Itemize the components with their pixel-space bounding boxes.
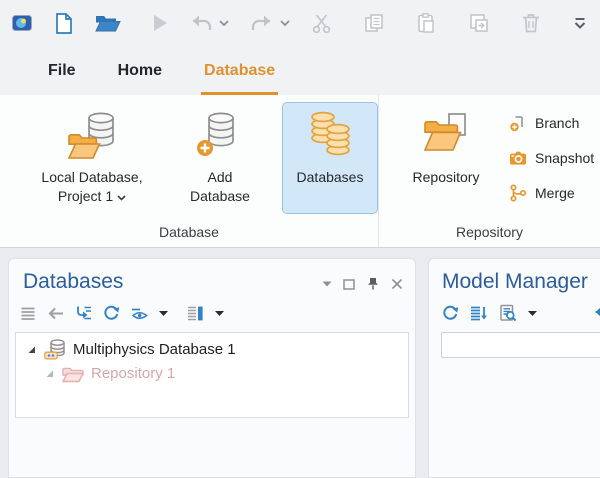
ribbon: Local Database, Project 1 Add Databas bbox=[0, 95, 600, 248]
quick-access-toolbar bbox=[0, 0, 600, 46]
collapse-panel-icon[interactable] bbox=[322, 281, 332, 287]
eye-dropdown-icon[interactable] bbox=[159, 311, 168, 316]
collapse-toolbar-icon[interactable] bbox=[572, 16, 588, 30]
databases-button[interactable]: Databases bbox=[282, 102, 378, 214]
local-database-label-line2: Project 1 bbox=[58, 188, 113, 204]
redo-dropdown-icon[interactable] bbox=[280, 20, 290, 27]
float-panel-icon[interactable] bbox=[343, 279, 355, 290]
database-add-icon bbox=[193, 108, 247, 164]
branch-button[interactable]: Branch bbox=[509, 105, 594, 140]
refresh-icon[interactable] bbox=[442, 305, 459, 322]
database-group-label: Database bbox=[0, 224, 378, 240]
pin-panel-icon[interactable] bbox=[366, 277, 380, 291]
open-file-button[interactable] bbox=[95, 13, 121, 33]
branch-icon bbox=[509, 114, 527, 132]
snapshot-label: Snapshot bbox=[535, 150, 594, 166]
repository-button[interactable]: Repository bbox=[399, 102, 493, 214]
database-folder-icon bbox=[65, 108, 119, 164]
databases-panel: Databases bbox=[8, 258, 416, 478]
repository-group-label: Repository bbox=[379, 224, 600, 240]
add-database-button[interactable]: Add Database bbox=[174, 102, 266, 214]
tab-file[interactable]: File bbox=[48, 46, 76, 95]
copy-button[interactable] bbox=[363, 12, 385, 34]
databases-tree: Multiphysics Database 1 Repository 1 bbox=[15, 332, 409, 418]
tab-home[interactable]: Home bbox=[118, 46, 162, 95]
show-hide-eye-icon[interactable] bbox=[131, 306, 148, 321]
snapshot-camera-icon bbox=[509, 149, 527, 167]
list-icon[interactable] bbox=[20, 305, 36, 321]
duplicate-button[interactable] bbox=[468, 12, 490, 34]
tree-item-multiphysics-database[interactable]: Multiphysics Database 1 bbox=[16, 337, 408, 361]
close-panel-icon[interactable] bbox=[391, 278, 403, 290]
expanded-triangle-icon[interactable] bbox=[44, 368, 55, 379]
columns-dropdown-icon[interactable] bbox=[215, 311, 224, 316]
branch-label: Branch bbox=[535, 115, 579, 131]
add-database-label-line1: Add bbox=[208, 169, 233, 185]
chevron-down-icon bbox=[117, 195, 126, 201]
local-database-label-line1: Local Database, bbox=[41, 169, 142, 185]
refresh-icon[interactable] bbox=[103, 305, 120, 322]
databases-panel-title: Databases bbox=[23, 270, 322, 294]
add-database-label-line2: Database bbox=[190, 188, 250, 204]
redo-button[interactable] bbox=[250, 14, 274, 32]
model-manager-search-field[interactable] bbox=[441, 332, 600, 358]
tree-item-repository-1[interactable]: Repository 1 bbox=[16, 361, 408, 385]
find-dropdown-icon[interactable] bbox=[528, 311, 537, 316]
databases-panel-toolbar bbox=[9, 302, 415, 324]
workspace: Databases bbox=[0, 248, 600, 411]
local-database-button[interactable]: Local Database, Project 1 bbox=[16, 102, 168, 214]
tab-database[interactable]: Database bbox=[204, 46, 275, 95]
undo-dropdown-icon[interactable] bbox=[219, 20, 229, 27]
databases-label: Databases bbox=[297, 169, 364, 185]
undo-button[interactable] bbox=[189, 14, 213, 32]
databases-coins-icon bbox=[303, 108, 357, 164]
expanded-triangle-icon[interactable] bbox=[26, 344, 37, 355]
ribbon-tabs: File Home Database bbox=[0, 46, 600, 95]
undo-icon[interactable] bbox=[592, 306, 600, 321]
ribbon-group-database: Local Database, Project 1 Add Databas bbox=[0, 95, 379, 247]
model-manager-panel: Model Manager bbox=[428, 258, 600, 478]
cut-button[interactable] bbox=[311, 13, 332, 34]
merge-label: Merge bbox=[535, 185, 575, 201]
new-file-button[interactable] bbox=[53, 12, 74, 35]
back-arrow-icon[interactable] bbox=[47, 307, 64, 320]
run-button[interactable] bbox=[152, 14, 168, 32]
repository-red-icon bbox=[62, 364, 84, 383]
find-in-document-icon[interactable] bbox=[499, 304, 517, 322]
delete-button[interactable] bbox=[521, 12, 541, 34]
tree-item-label: Repository 1 bbox=[91, 365, 175, 382]
model-manager-panel-title: Model Manager bbox=[442, 270, 600, 294]
database-server-icon bbox=[44, 338, 66, 360]
merge-icon bbox=[509, 184, 527, 202]
repository-label: Repository bbox=[413, 169, 480, 185]
ribbon-group-repository: Repository Branch Snapshot Merge bbox=[379, 95, 600, 247]
columns-icon[interactable] bbox=[187, 305, 204, 322]
snapshot-button[interactable]: Snapshot bbox=[509, 140, 594, 175]
sort-icon[interactable] bbox=[470, 305, 488, 322]
app-logo-icon[interactable] bbox=[12, 15, 32, 31]
paste-button[interactable] bbox=[416, 12, 437, 34]
repository-folder-icon bbox=[419, 108, 473, 164]
go-to-node-icon[interactable] bbox=[75, 305, 92, 321]
tree-item-label: Multiphysics Database 1 bbox=[73, 341, 236, 358]
merge-button[interactable]: Merge bbox=[509, 175, 594, 210]
model-manager-toolbar bbox=[429, 302, 600, 324]
